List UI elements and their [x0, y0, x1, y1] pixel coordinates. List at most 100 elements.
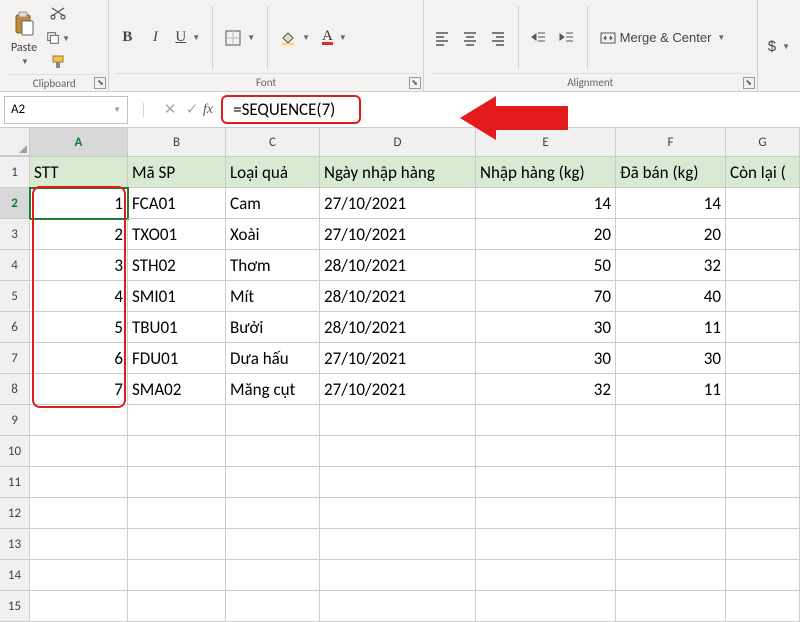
spreadsheet-grid[interactable]: A B C D E F G 1 STT Mã SP Loại quả Ngày …	[0, 128, 800, 622]
cell[interactable]	[128, 498, 226, 529]
cut-button[interactable]	[46, 2, 70, 26]
cell[interactable]	[320, 467, 476, 498]
cell[interactable]	[30, 467, 128, 498]
row-header[interactable]: 5	[0, 281, 30, 312]
cell[interactable]	[226, 498, 320, 529]
cell[interactable]: 40	[616, 281, 726, 312]
cell[interactable]	[726, 219, 800, 250]
chevron-down-icon[interactable]: ▼	[62, 34, 70, 43]
cell[interactable]: Còn lại (	[726, 157, 800, 188]
cell[interactable]: Thơm	[226, 250, 320, 281]
cell[interactable]	[128, 591, 226, 622]
cell[interactable]: 27/10/2021	[320, 219, 476, 250]
cell[interactable]: 4	[30, 281, 128, 312]
cell[interactable]	[616, 529, 726, 560]
cell[interactable]	[476, 529, 616, 560]
row-header[interactable]: 6	[0, 312, 30, 343]
row-header[interactable]: 4	[0, 250, 30, 281]
cell[interactable]	[226, 436, 320, 467]
cell[interactable]: 30	[616, 343, 726, 374]
cell[interactable]	[30, 498, 128, 529]
cell[interactable]	[726, 374, 800, 405]
cell[interactable]: 32	[616, 250, 726, 281]
font-color-button[interactable]: A ▼	[318, 28, 351, 47]
bold-button[interactable]: B	[115, 26, 139, 50]
cell[interactable]	[226, 529, 320, 560]
cell[interactable]	[616, 405, 726, 436]
cell[interactable]	[726, 312, 800, 343]
cell[interactable]	[226, 467, 320, 498]
cell[interactable]	[30, 436, 128, 467]
cell[interactable]: FDU01	[128, 343, 226, 374]
cell[interactable]: SMI01	[128, 281, 226, 312]
cell[interactable]	[226, 591, 320, 622]
cell[interactable]	[320, 591, 476, 622]
row-header[interactable]: 13	[0, 529, 30, 560]
cell[interactable]	[616, 560, 726, 591]
merge-center-button[interactable]: Merge & Center ▼	[596, 28, 730, 48]
cell[interactable]	[726, 467, 800, 498]
cell[interactable]	[616, 591, 726, 622]
cell[interactable]: 11	[616, 312, 726, 343]
cell[interactable]: FCA01	[128, 188, 226, 219]
row-header[interactable]: 10	[0, 436, 30, 467]
cell[interactable]	[726, 405, 800, 436]
cell[interactable]: Nhập hàng (kg)	[476, 157, 616, 188]
col-header-C[interactable]: C	[226, 128, 320, 156]
cell[interactable]: 5	[30, 312, 128, 343]
cell[interactable]	[226, 405, 320, 436]
paste-button[interactable]	[6, 9, 42, 39]
format-painter-button[interactable]	[46, 50, 70, 74]
col-header-A[interactable]: A	[30, 128, 128, 156]
row-header[interactable]: 15	[0, 591, 30, 622]
cell[interactable]	[726, 281, 800, 312]
cancel-formula-button[interactable]: ✕	[159, 100, 181, 119]
row-header[interactable]: 14	[0, 560, 30, 591]
row-header[interactable]: 1	[0, 157, 30, 188]
cell[interactable]: 28/10/2021	[320, 281, 476, 312]
cell[interactable]	[320, 405, 476, 436]
chevron-down-icon[interactable]: ▼	[21, 57, 29, 67]
cell[interactable]: STT	[30, 157, 128, 188]
cell[interactable]: STH02	[128, 250, 226, 281]
cell[interactable]: 27/10/2021	[320, 188, 476, 219]
cell[interactable]: 32	[476, 374, 616, 405]
cell[interactable]	[476, 405, 616, 436]
cell[interactable]	[726, 591, 800, 622]
cell[interactable]: 7	[30, 374, 128, 405]
cell[interactable]	[616, 436, 726, 467]
italic-button[interactable]: I	[143, 26, 167, 50]
cell[interactable]	[128, 405, 226, 436]
align-right-button[interactable]	[486, 26, 510, 50]
name-box[interactable]: A2 ▼	[4, 96, 128, 124]
cell[interactable]: 2	[30, 219, 128, 250]
fx-icon[interactable]: fx	[203, 102, 213, 118]
cell[interactable]	[30, 560, 128, 591]
row-header[interactable]: 9	[0, 405, 30, 436]
alignment-dialog-launcher[interactable]: ⬊	[743, 77, 755, 89]
cell[interactable]: 20	[616, 219, 726, 250]
cell[interactable]	[320, 436, 476, 467]
cell[interactable]: 30	[476, 343, 616, 374]
cell[interactable]	[476, 560, 616, 591]
col-header-B[interactable]: B	[128, 128, 226, 156]
cell[interactable]	[128, 467, 226, 498]
cell[interactable]	[226, 560, 320, 591]
cell[interactable]	[476, 436, 616, 467]
cell[interactable]	[320, 560, 476, 591]
cell[interactable]: SMA02	[128, 374, 226, 405]
cell[interactable]: Dưa hấu	[226, 343, 320, 374]
cell[interactable]: Xoài	[226, 219, 320, 250]
cell[interactable]: 6	[30, 343, 128, 374]
cell[interactable]	[30, 591, 128, 622]
copy-button[interactable]: ▼	[46, 26, 70, 50]
cell[interactable]: Mít	[226, 281, 320, 312]
cell[interactable]	[726, 250, 800, 281]
cell[interactable]: 70	[476, 281, 616, 312]
cell[interactable]	[726, 436, 800, 467]
enter-formula-button[interactable]: ✓	[181, 100, 203, 119]
font-dialog-launcher[interactable]: ⬊	[409, 77, 421, 89]
cell[interactable]: 11	[616, 374, 726, 405]
row-header[interactable]: 11	[0, 467, 30, 498]
col-header-D[interactable]: D	[320, 128, 476, 156]
